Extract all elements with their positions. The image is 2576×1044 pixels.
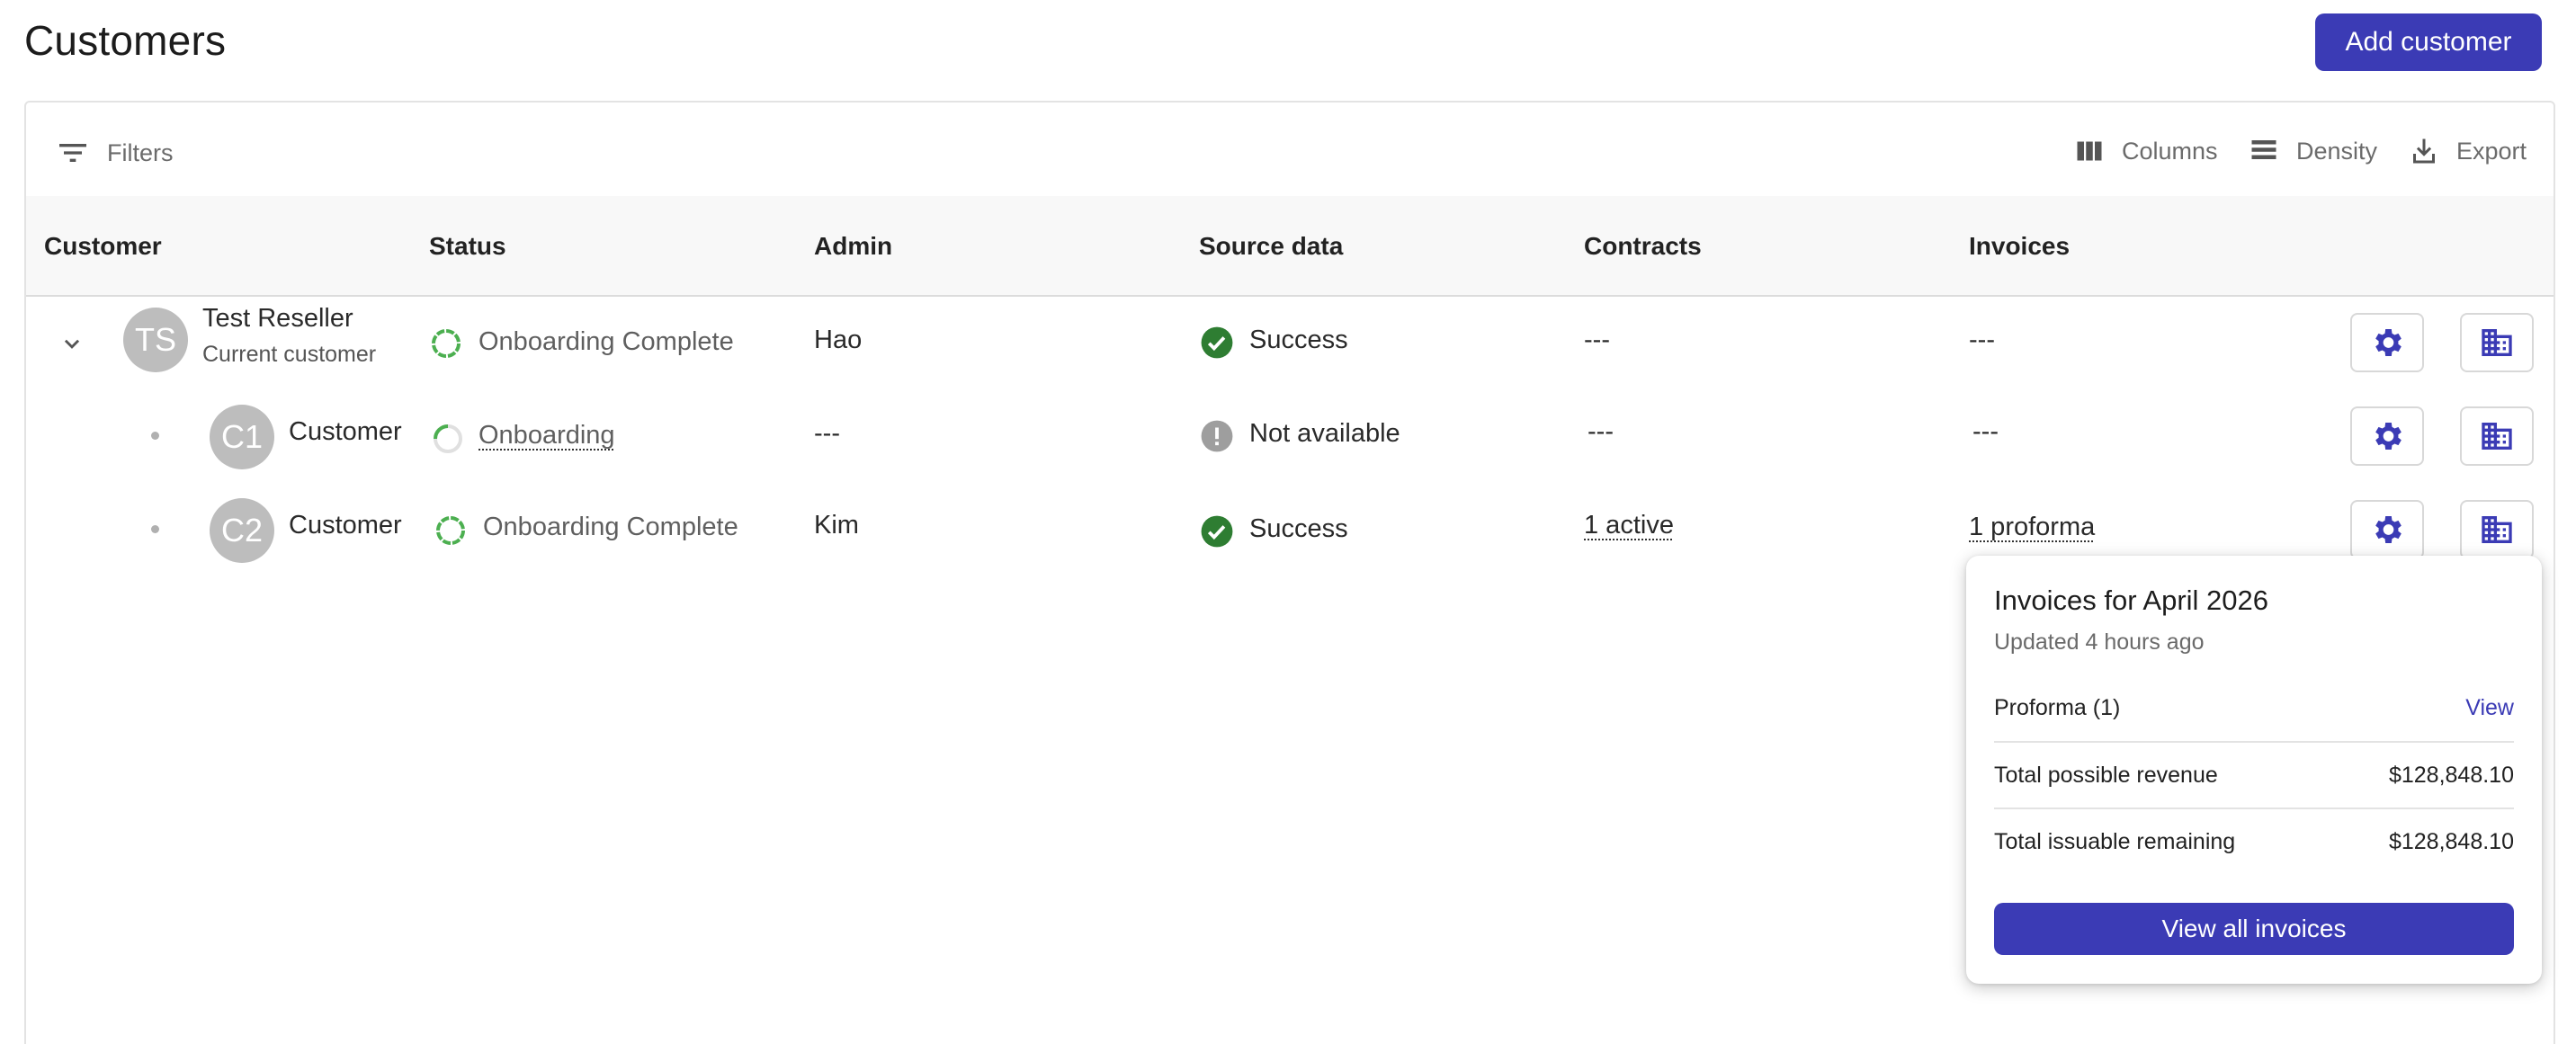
- proforma-row: Proforma (1) View: [1994, 674, 2514, 741]
- columns-label: Columns: [2122, 137, 2218, 165]
- settings-button[interactable]: [2350, 313, 2424, 372]
- header-customer[interactable]: Customer: [44, 232, 162, 261]
- density-label: Density: [2296, 137, 2378, 165]
- source-status: Success: [1249, 514, 1348, 543]
- gear-icon: [2375, 329, 2402, 356]
- info-circle-icon: [1201, 420, 1233, 452]
- view-all-invoices-button[interactable]: View all invoices: [1994, 903, 2514, 955]
- avatar: TS: [123, 308, 188, 372]
- table-toolbar: Filters Columns Density Export: [26, 103, 2554, 196]
- header-invoices[interactable]: Invoices: [1969, 232, 2070, 261]
- filter-icon: [59, 144, 86, 162]
- add-customer-button[interactable]: Add customer: [2315, 13, 2542, 71]
- export-icon: [2413, 138, 2435, 164]
- header-status[interactable]: Status: [429, 232, 506, 261]
- admin-name: ---: [814, 419, 840, 448]
- company-button[interactable]: [2460, 406, 2534, 466]
- revenue-row: Total possible revenue $128,848.10: [1994, 742, 2514, 808]
- company-button[interactable]: [2460, 500, 2534, 559]
- invoices-value: ---: [1969, 326, 1995, 354]
- gear-icon: [2375, 423, 2402, 450]
- export-label: Export: [2456, 137, 2527, 165]
- table-header: Customer Status Admin Source data Contra…: [26, 196, 2554, 297]
- revenue-label: Total possible revenue: [1994, 762, 2218, 788]
- issuable-value: $128,848.10: [2388, 828, 2514, 854]
- issuable-row: Total issuable remaining $128,848.10: [1994, 808, 2514, 875]
- tree-bullet: [151, 525, 159, 533]
- table-row: C1 Customer Onboarding --- Not available…: [26, 392, 2554, 486]
- proforma-label: Proforma (1): [1994, 694, 2121, 720]
- filters-button[interactable]: Filters: [55, 135, 174, 171]
- issuable-label: Total issuable remaining: [1994, 828, 2236, 854]
- settings-button[interactable]: [2350, 500, 2424, 559]
- page-title: Customers: [24, 17, 227, 64]
- status-text[interactable]: Onboarding: [479, 421, 615, 451]
- gear-icon: [2375, 516, 2402, 543]
- settings-button[interactable]: [2350, 406, 2424, 466]
- popover-updated: Updated 4 hours ago: [1994, 629, 2205, 655]
- tree-bullet: [151, 432, 159, 440]
- export-button[interactable]: Export: [2408, 135, 2527, 167]
- customer-subtitle: Current customer: [202, 342, 377, 367]
- revenue-value: $128,848.10: [2388, 762, 2514, 788]
- progress-ring-icon: [434, 424, 462, 453]
- header-source-data[interactable]: Source data: [1199, 232, 1343, 261]
- app-root: Customers Add customer Filters Columns D…: [0, 0, 2576, 1044]
- avatar: C1: [210, 405, 274, 469]
- building-icon: [2482, 516, 2512, 543]
- popover-title: Invoices for April 2026: [1994, 584, 2269, 616]
- building-icon: [2482, 329, 2512, 356]
- customer-name[interactable]: Customer: [289, 511, 402, 540]
- status-text: Onboarding Complete: [479, 327, 734, 356]
- company-button[interactable]: [2460, 313, 2534, 372]
- header-contracts[interactable]: Contracts: [1584, 232, 1702, 261]
- customer-name[interactable]: Customer: [289, 417, 402, 447]
- invoices-popover: Invoices for April 2026 Updated 4 hours …: [1966, 556, 2542, 984]
- progress-ring-icon: [436, 516, 465, 545]
- progress-ring-icon: [432, 329, 461, 358]
- admin-name: Kim: [814, 511, 859, 540]
- proforma-view-link[interactable]: View: [2465, 695, 2514, 721]
- invoices-link[interactable]: 1 proforma: [1969, 513, 2095, 542]
- avatar: C2: [210, 498, 274, 563]
- contracts-value: ---: [1588, 417, 1614, 446]
- filters-label: Filters: [107, 138, 174, 166]
- invoices-value: ---: [1972, 417, 1999, 446]
- check-circle-icon: [1201, 326, 1233, 359]
- source-status: Not available: [1249, 419, 1400, 448]
- admin-name: Hao: [814, 326, 863, 354]
- contracts-link[interactable]: 1 active: [1584, 511, 1674, 540]
- source-status: Success: [1249, 326, 1348, 354]
- columns-button[interactable]: Columns: [2073, 135, 2218, 167]
- status-text: Onboarding Complete: [483, 513, 738, 541]
- header-admin[interactable]: Admin: [814, 232, 892, 261]
- columns-icon: [2077, 141, 2102, 161]
- customer-name[interactable]: Test Reseller: [202, 304, 353, 334]
- density-icon: [2251, 140, 2276, 159]
- density-button[interactable]: Density: [2248, 135, 2377, 167]
- building-icon: [2482, 423, 2512, 450]
- chevron-down-icon[interactable]: [57, 329, 87, 360]
- check-circle-icon: [1201, 515, 1233, 548]
- contracts-value: ---: [1584, 326, 1610, 354]
- table-row: TS Test Reseller Current customer Onboar…: [26, 299, 2554, 392]
